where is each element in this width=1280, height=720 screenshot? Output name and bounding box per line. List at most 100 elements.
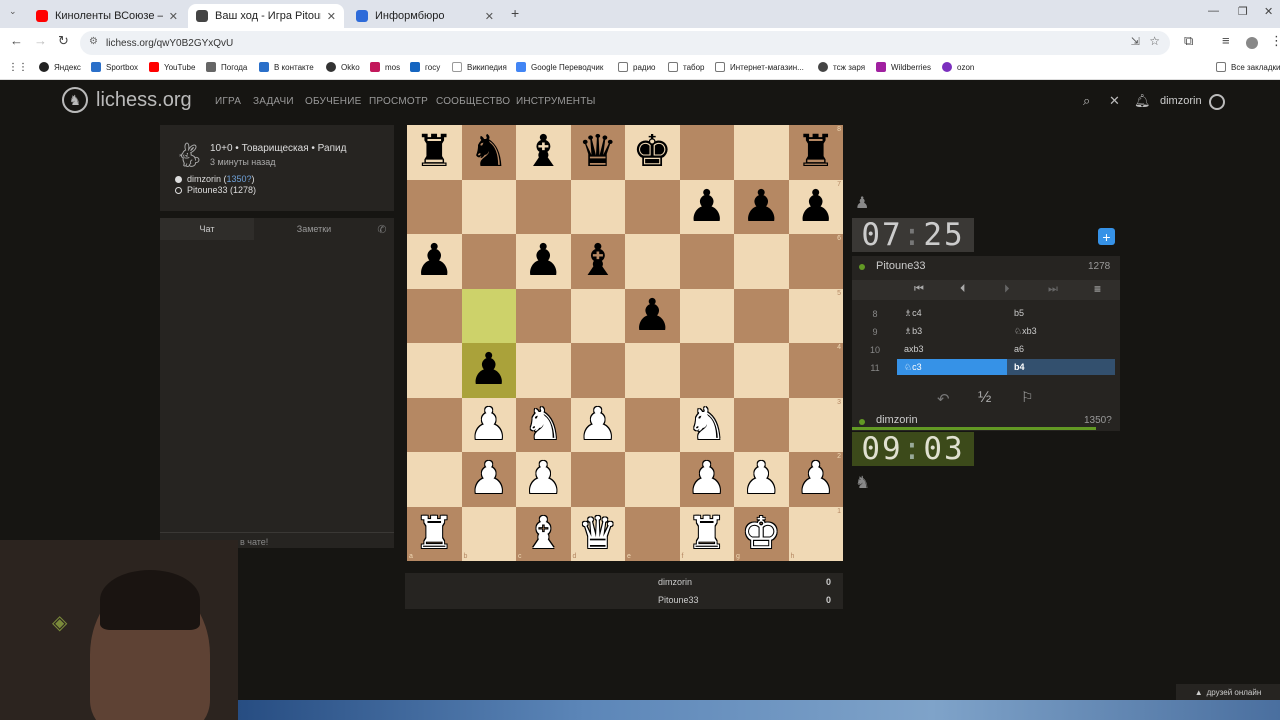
square-f3[interactable]: ♞ <box>679 397 734 452</box>
next-move-icon[interactable]: ⏵ <box>1004 283 1010 296</box>
square-h6[interactable]: 6 <box>788 234 843 289</box>
square-f4[interactable] <box>679 343 734 398</box>
move-white-selected[interactable]: ♘c3 <box>897 359 1007 375</box>
square-e2[interactable] <box>625 452 680 507</box>
square-g5[interactable] <box>734 288 789 343</box>
square-d6[interactable]: ♝ <box>570 234 625 289</box>
bookmark-item[interactable]: табор <box>668 62 705 72</box>
user-menu[interactable]: dimzorin <box>1160 95 1202 107</box>
square-e8[interactable]: ♚ <box>625 125 680 180</box>
square-f1[interactable]: ♜ f <box>679 506 734 561</box>
square-d5[interactable] <box>570 288 625 343</box>
bookmark-item[interactable]: госу <box>410 62 440 72</box>
first-move-icon[interactable]: ⏮ <box>914 283 924 296</box>
square-g7[interactable]: ♟ <box>734 179 789 234</box>
square-e7[interactable] <box>625 179 680 234</box>
square-g2[interactable]: ♟ <box>734 452 789 507</box>
square-c8[interactable]: ♝ <box>516 125 571 180</box>
square-b8[interactable]: ♞ <box>461 125 516 180</box>
square-e6[interactable] <box>625 234 680 289</box>
close-icon[interactable]: ✕ <box>169 10 178 23</box>
url-input[interactable]: ⚙ lichess.org/qwY0B2GYxQvU ⇲ ☆ <box>80 31 1170 55</box>
black-queen-icon[interactable]: ♛ <box>578 130 617 174</box>
square-f2[interactable]: ♟ <box>679 452 734 507</box>
square-h4[interactable]: 4 <box>788 343 843 398</box>
black-rook-icon[interactable]: ♜ <box>796 130 835 174</box>
square-h5[interactable]: 5 <box>788 288 843 343</box>
site-info-icon[interactable]: ⚙ <box>89 36 98 47</box>
bookmark-item[interactable]: Яндекс <box>39 62 81 72</box>
black-bishop-icon[interactable]: ♝ <box>578 239 617 283</box>
bookmark-item[interactable]: Okko <box>326 62 360 72</box>
white-pawn-icon[interactable]: ♟ <box>578 402 617 447</box>
move-black[interactable]: ♘xb3 <box>1014 323 1037 339</box>
nav-tools[interactable]: ИНСТРУМЕНТЫ <box>516 96 596 107</box>
search-icon[interactable]: ⌕ <box>1083 93 1090 109</box>
forward-icon[interactable]: → <box>34 33 47 48</box>
bookmark-item[interactable]: Sportbox <box>91 62 138 72</box>
square-a2[interactable] <box>407 452 462 507</box>
square-f8[interactable] <box>679 125 734 180</box>
black-pawn-icon[interactable]: ♟ <box>415 239 454 283</box>
move-black[interactable]: b5 <box>1014 305 1024 321</box>
stream-icon[interactable]: ✕ <box>1109 93 1120 109</box>
black-pawn-icon[interactable]: ♟ <box>469 348 508 392</box>
white-bishop-icon[interactable]: ♝ <box>524 511 563 556</box>
apps-icon[interactable]: ⋮⋮ <box>8 62 28 73</box>
square-h1[interactable]: 1h <box>788 506 843 561</box>
maximize-button[interactable]: ❐ <box>1238 5 1248 18</box>
last-move-icon[interactable]: ⏭ <box>1048 283 1058 296</box>
square-d3[interactable]: ♟ <box>570 397 625 452</box>
bookmark-star-icon[interactable]: ☆ <box>1149 34 1160 48</box>
black-pawn-icon[interactable]: ♟ <box>524 239 563 283</box>
square-a4[interactable] <box>407 343 462 398</box>
profile-avatar[interactable] <box>1246 37 1258 49</box>
white-pawn-icon[interactable]: ♟ <box>469 457 508 501</box>
square-e3[interactable] <box>625 397 680 452</box>
prev-move-icon[interactable]: ⏴ <box>960 283 966 296</box>
bookmark-item[interactable]: Wildberries <box>876 62 931 72</box>
lichess-logo[interactable]: ♞ lichess.org <box>62 87 192 113</box>
close-icon[interactable]: ✕ <box>485 10 494 23</box>
browser-tab-2[interactable]: Ваш ход - Игра Pitoune33 • lic ✕ <box>188 4 344 28</box>
white-king-icon[interactable]: ♚ <box>742 511 781 556</box>
white-player-line[interactable]: dimzorin (1350?) <box>175 174 255 184</box>
black-pawn-icon[interactable]: ♟ <box>633 293 672 338</box>
bookmark-item[interactable]: Википедия <box>452 62 507 72</box>
square-b5[interactable] <box>461 288 516 343</box>
square-b1[interactable]: b <box>461 506 516 561</box>
move-white[interactable]: axb3 <box>904 341 924 357</box>
bookmark-item[interactable]: Интернет-магазин... <box>715 62 804 72</box>
black-bishop-icon[interactable]: ♝ <box>524 130 563 174</box>
nav-learn[interactable]: ОБУЧЕНИЕ <box>305 96 361 107</box>
bookmark-item[interactable]: Google Переводчик <box>516 62 603 72</box>
square-g6[interactable] <box>734 234 789 289</box>
square-a7[interactable] <box>407 179 462 234</box>
white-pawn-icon[interactable]: ♟ <box>687 457 726 501</box>
move-black-current[interactable]: b4 <box>1007 359 1115 375</box>
square-c5[interactable] <box>516 288 571 343</box>
square-c3[interactable]: ♞ <box>516 397 571 452</box>
square-c4[interactable] <box>516 343 571 398</box>
browser-tab-3[interactable]: Информбюро ✕ <box>348 4 502 28</box>
square-e5[interactable]: ♟ <box>625 288 680 343</box>
tab-notes[interactable]: Заметки <box>254 218 374 240</box>
square-g1[interactable]: ♚ g <box>734 506 789 561</box>
notifications-icon[interactable]: 🔔︎ <box>1134 93 1151 109</box>
square-f5[interactable] <box>679 288 734 343</box>
black-king-icon[interactable]: ♚ <box>633 130 672 174</box>
extensions-icon[interactable]: ⧉ <box>1184 33 1193 49</box>
white-pawn-icon[interactable]: ♟ <box>524 457 563 501</box>
square-b7[interactable] <box>461 179 516 234</box>
user-avatar-icon[interactable] <box>1209 94 1225 110</box>
resign-flag-icon[interactable]: ⚐ <box>1021 389 1034 406</box>
bookmark-item[interactable]: В контакте <box>259 62 314 72</box>
square-c7[interactable] <box>516 179 571 234</box>
white-pawn-icon[interactable]: ♟ <box>469 402 508 447</box>
square-d7[interactable] <box>570 179 625 234</box>
square-c6[interactable]: ♟ <box>516 234 571 289</box>
add-time-button[interactable]: + <box>1098 228 1115 245</box>
black-pawn-icon[interactable]: ♟ <box>796 184 835 229</box>
tab-search-icon[interactable]: ⌄ <box>9 6 17 17</box>
tab-chat[interactable]: Чат <box>160 218 254 240</box>
